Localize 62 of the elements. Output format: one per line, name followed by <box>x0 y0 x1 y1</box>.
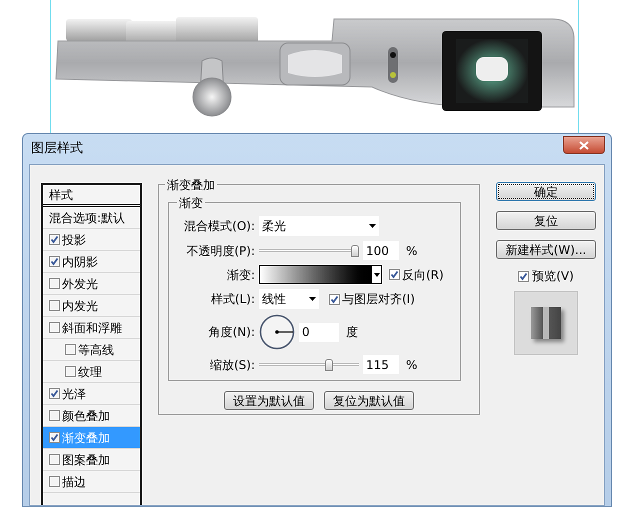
scale-slider[interactable] <box>259 358 359 372</box>
field-label: 角度(N): <box>208 324 255 341</box>
blend-options-item[interactable]: 混合选项:默认 <box>43 207 140 229</box>
checkbox-label: 预览(V) <box>532 268 574 285</box>
checkbox[interactable] <box>329 294 340 304</box>
field-label: 渐变: <box>226 266 255 284</box>
checkbox-label: 与图层对齐(I) <box>342 291 415 308</box>
slider-thumb[interactable] <box>351 244 359 256</box>
scale-field[interactable]: 115 <box>363 355 399 374</box>
field-label: 缩放(S): <box>208 356 255 374</box>
field-label: 混合模式(O): <box>183 218 255 235</box>
blend-mode-dropdown[interactable]: 柔光 <box>259 216 379 236</box>
default-button[interactable]: 复位为默认值 <box>324 391 414 410</box>
opacity-field[interactable]: 100 <box>363 241 399 260</box>
checkbox[interactable] <box>49 388 60 399</box>
caret-icon <box>374 272 380 276</box>
checkbox[interactable] <box>65 366 76 377</box>
checkbox[interactable] <box>389 269 400 280</box>
angle-dial[interactable] <box>259 314 295 350</box>
style-list-item[interactable]: 外发光 <box>43 273 140 295</box>
field-label: 样式(L): <box>210 291 255 308</box>
checkbox[interactable] <box>518 270 530 282</box>
unit-label: 度 <box>345 324 358 341</box>
field-label: 不透明度(P): <box>185 242 255 260</box>
checkbox[interactable] <box>49 432 60 443</box>
close-icon <box>579 140 589 150</box>
opacity-slider[interactable] <box>259 244 359 258</box>
dialog-button[interactable]: 确定 <box>496 182 596 201</box>
close-button[interactable] <box>563 136 605 154</box>
unit-label: % <box>405 242 418 260</box>
style-list-item[interactable]: 等高线 <box>43 339 140 361</box>
checkbox[interactable] <box>49 322 60 333</box>
style-dropdown[interactable]: 线性 <box>259 289 319 309</box>
checkbox-label: 反向(R) <box>402 266 444 284</box>
style-list-item[interactable]: 内发光 <box>43 295 140 317</box>
style-list-item[interactable]: 描边 <box>43 471 140 493</box>
style-list-item[interactable]: 光泽 <box>43 383 140 405</box>
style-list-item[interactable]: 图案叠加 <box>43 449 140 471</box>
default-button[interactable]: 设置为默认值 <box>224 391 314 410</box>
checkbox[interactable] <box>49 300 60 311</box>
preview-thumbnail <box>514 291 578 355</box>
caret-icon <box>309 297 316 301</box>
slider-thumb[interactable] <box>325 358 334 370</box>
style-list-item[interactable]: 投影 <box>43 229 140 251</box>
gradient-picker[interactable] <box>259 265 382 284</box>
caret-icon <box>369 224 376 228</box>
checkbox[interactable] <box>49 410 60 421</box>
checkbox[interactable] <box>49 256 60 267</box>
dialog-button[interactable]: 新建样式(W)... <box>496 240 596 259</box>
checkbox[interactable] <box>49 278 60 289</box>
style-list-item[interactable]: 内阴影 <box>43 251 140 273</box>
style-list-item[interactable]: 纹理 <box>43 361 140 383</box>
styles-header[interactable]: 样式 <box>43 185 140 207</box>
dialog-button[interactable]: 复位 <box>496 211 596 230</box>
checkbox[interactable] <box>49 234 60 245</box>
angle-field[interactable]: 0 <box>299 322 339 342</box>
checkbox[interactable] <box>65 344 76 355</box>
unit-label: % <box>405 356 418 374</box>
style-list-item[interactable]: 斜面和浮雕 <box>43 317 140 339</box>
checkbox[interactable] <box>49 476 60 487</box>
checkbox[interactable] <box>49 454 60 465</box>
window-title: 图层样式 <box>30 140 83 158</box>
